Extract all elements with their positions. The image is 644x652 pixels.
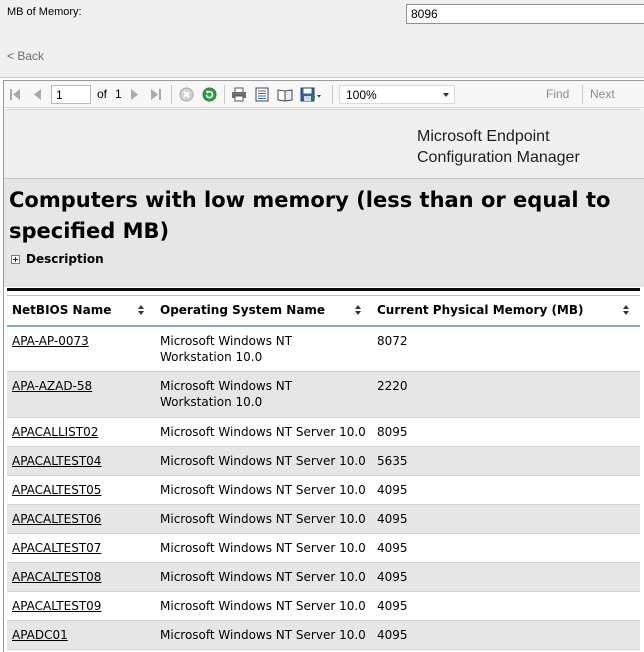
column-header-label: NetBIOS Name [12,303,112,318]
memory-cell: 4095 [372,562,640,592]
computer-link[interactable]: APACALLIST02 [12,425,98,439]
table-row: APACALTEST09 Microsoft Windows NT Server… [7,591,640,621]
page-total: 1 [115,87,122,101]
os-cell: Microsoft Windows NT Server 10.0 [155,591,372,621]
brand-name: Microsoft Endpoint Configuration Manager [417,126,580,168]
memory-cell: 8072 [372,325,640,372]
column-header-netbios[interactable]: NetBIOS Name [7,295,155,327]
report-title: Computers with low memory (less than or … [9,188,611,243]
toolbar-separator [171,85,172,104]
parameter-panel: MB of Memory: < Back [0,0,644,78]
find-link[interactable]: Find [546,87,569,101]
os-cell: Microsoft Windows NT Server 10.0 [155,475,372,505]
computer-link[interactable]: APADC01 [12,628,68,642]
table-row: APADC01 Microsoft Windows NT Server 10.0… [7,620,640,650]
os-cell: Microsoft Windows NT Server 10.0 [155,446,372,476]
os-cell: Microsoft Windows NT Server 10.0 [155,562,372,592]
page-setup-icon[interactable] [276,81,294,108]
table-row: APACALTEST05 Microsoft Windows NT Server… [7,475,640,505]
memory-param-input[interactable] [406,4,644,24]
page-of-label: of [97,87,108,101]
table-row: APA-AP-0073 Microsoft Windows NT Worksta… [7,325,640,372]
computer-link[interactable]: APACALTEST08 [12,570,101,584]
report-brand-header: Microsoft Endpoint Configuration Manager [4,109,644,179]
memory-cell: 4095 [372,533,640,563]
prev-page-icon[interactable] [30,81,44,108]
print-layout-icon[interactable] [253,81,271,108]
results-table: NetBIOS Name Operating System Name Curre… [7,295,640,650]
page-number-input[interactable] [51,85,91,104]
memory-cell: 4095 [372,591,640,621]
back-link[interactable]: < Back [7,49,44,63]
memory-cell: 8095 [372,417,640,447]
table-row: APACALTEST08 Microsoft Windows NT Server… [7,562,640,592]
computer-link[interactable]: APACALTEST04 [12,454,101,468]
title-rule [7,288,640,291]
zoom-select[interactable]: 100% [339,85,455,104]
sort-icon[interactable] [623,305,630,317]
stop-icon[interactable] [177,81,195,108]
os-cell: Microsoft Windows NT Workstation 10.0 [155,371,372,418]
chevron-down-icon [443,93,449,97]
zoom-value: 100% [346,88,377,102]
table-header-row: NetBIOS Name Operating System Name Curre… [7,295,640,327]
expand-icon [11,254,20,264]
description-toggle[interactable]: Description [11,252,104,266]
column-header-os[interactable]: Operating System Name [155,295,372,327]
computer-link[interactable]: APACALTEST09 [12,599,101,613]
report-viewer: of 1 100% Find [3,80,644,652]
description-label: Description [26,252,104,266]
first-page-icon[interactable] [8,81,22,108]
column-header-memory[interactable]: Current Physical Memory (MB) [372,295,640,327]
table-row: APA-AZAD-58 Microsoft Windows NT Worksta… [7,371,640,418]
column-header-label: Operating System Name [160,303,326,318]
print-icon[interactable] [230,81,248,108]
table-row: APACALLIST02 Microsoft Windows NT Server… [7,417,640,447]
computer-link[interactable]: APACALTEST07 [12,541,101,555]
memory-cell: 4095 [372,620,640,650]
os-cell: Microsoft Windows NT Workstation 10.0 [155,325,372,372]
os-cell: Microsoft Windows NT Server 10.0 [155,533,372,563]
toolbar-separator [224,85,225,104]
os-cell: Microsoft Windows NT Server 10.0 [155,620,372,650]
os-cell: Microsoft Windows NT Server 10.0 [155,504,372,534]
computer-link[interactable]: APA-AZAD-58 [12,379,92,393]
memory-cell: 5635 [372,446,640,476]
brand-line-2: Configuration Manager [417,149,580,166]
table-row: APACALTEST04 Microsoft Windows NT Server… [7,446,640,476]
computer-link[interactable]: APA-AP-0073 [12,334,89,348]
last-page-icon[interactable] [149,81,163,108]
brand-line-1: Microsoft Endpoint [417,128,550,145]
os-cell: Microsoft Windows NT Server 10.0 [155,417,372,447]
refresh-icon[interactable] [200,81,218,108]
export-icon[interactable] [299,81,323,108]
table-row: APACALTEST06 Microsoft Windows NT Server… [7,504,640,534]
column-header-label: Current Physical Memory (MB) [377,303,584,318]
header-divider [7,109,640,110]
next-page-icon[interactable] [128,81,142,108]
sort-icon[interactable] [138,305,145,317]
report-toolbar: of 1 100% Find [4,81,644,108]
memory-param-label: MB of Memory: [7,6,82,18]
sort-icon[interactable] [355,305,362,317]
report-title-area: Computers with low memory (less than or … [4,179,644,287]
memory-cell: 4095 [372,504,640,534]
toolbar-separator [582,85,583,104]
table-row: APACALTEST07 Microsoft Windows NT Server… [7,533,640,563]
computer-link[interactable]: APACALTEST06 [12,512,101,526]
computer-link[interactable]: APACALTEST05 [12,483,101,497]
find-next-link[interactable]: Next [590,87,615,101]
memory-cell: 4095 [372,475,640,505]
memory-cell: 2220 [372,371,640,418]
toolbar-separator [332,85,333,104]
